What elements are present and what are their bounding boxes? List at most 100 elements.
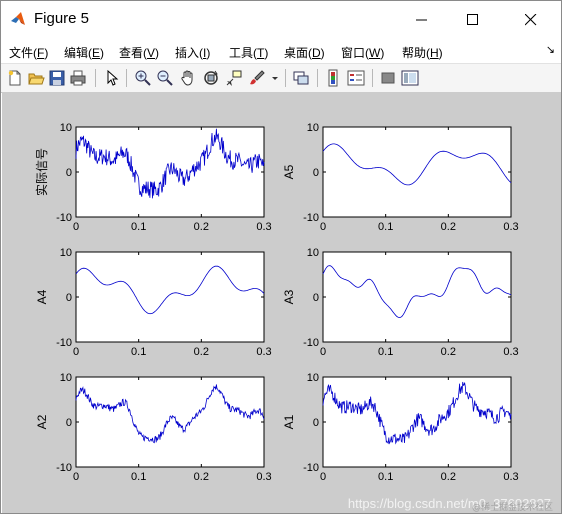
y-axis-label: A3 xyxy=(282,289,296,304)
menu-help[interactable]: 帮助(H) xyxy=(402,44,443,61)
x-tick-label: 0.3 xyxy=(256,471,271,483)
toolbar-separator xyxy=(372,69,373,87)
title-bar[interactable]: Figure 5 xyxy=(1,1,561,39)
y-tick-label: -10 xyxy=(56,337,72,349)
menu-window[interactable]: 窗口(W) xyxy=(341,44,384,61)
close-button[interactable] xyxy=(508,1,554,39)
x-tick-label: 0.3 xyxy=(503,221,518,233)
x-tick-label: 0 xyxy=(73,221,79,233)
y-tick-label: 0 xyxy=(66,292,72,304)
toolbar-separator xyxy=(317,69,318,87)
y-axis-label: A5 xyxy=(282,164,296,179)
menu-view[interactable]: 查看(V) xyxy=(119,44,159,61)
menu-overflow-arrow-icon[interactable]: ↘ xyxy=(546,43,555,56)
save-icon[interactable] xyxy=(48,69,66,87)
minimize-button[interactable] xyxy=(399,1,445,39)
open-file-icon[interactable] xyxy=(27,69,45,87)
matlab-logo-icon xyxy=(11,12,25,25)
window-title: Figure 5 xyxy=(34,10,90,27)
x-tick-label: 0.2 xyxy=(194,346,209,358)
y-axis-label: A2 xyxy=(35,414,49,429)
subplot-4[interactable]: 0 0.1 0.2 0.3100-10A3 xyxy=(282,247,519,358)
subplot-1[interactable]: 0 0.1 0.2 0.3100-10实际信号 xyxy=(34,122,272,233)
menu-desktop[interactable]: 桌面(D) xyxy=(284,44,325,61)
maximize-button[interactable] xyxy=(450,1,496,39)
subplot-2[interactable]: 0 0.1 0.2 0.3100-10A5 xyxy=(282,122,519,233)
figure-toolbar xyxy=(1,63,561,93)
x-tick-label: 0.2 xyxy=(194,471,209,483)
x-tick-label: 0.3 xyxy=(256,346,271,358)
axes-box xyxy=(322,126,512,218)
rotate-3d-icon[interactable] xyxy=(202,69,220,87)
x-tick-label: 0.1 xyxy=(131,471,146,483)
y-tick-label: 10 xyxy=(307,247,319,259)
watermark-text-2: @稀土掘金技术社区 xyxy=(471,503,553,513)
axes-box xyxy=(322,251,512,343)
y-tick-label: 10 xyxy=(60,247,72,259)
x-tick-label: 0 xyxy=(320,346,326,358)
menu-edit[interactable]: 编辑(E) xyxy=(64,44,104,61)
toolbar-separator xyxy=(126,69,127,87)
subplot-grid: 0 0.1 0.2 0.3100-10实际信号0 0.1 0.2 0.3100-10A50 0… xyxy=(34,122,519,483)
y-tick-label: 10 xyxy=(60,372,72,384)
y-tick-label: 0 xyxy=(313,417,319,429)
menu-file[interactable]: 文件(F) xyxy=(9,44,48,61)
x-tick-label: 0.1 xyxy=(378,346,393,358)
insert-colorbar-icon[interactable] xyxy=(325,69,343,87)
x-tick-label: 0.2 xyxy=(441,221,456,233)
x-tick-label: 0.2 xyxy=(194,221,209,233)
menu-tools[interactable]: 工具(T) xyxy=(229,44,268,61)
x-tick-label: 0.2 xyxy=(441,471,456,483)
insert-legend-icon[interactable] xyxy=(347,69,365,87)
y-axis-label: A1 xyxy=(282,414,296,429)
x-tick-label: 0 xyxy=(73,346,79,358)
x-tick-label: 0.1 xyxy=(131,346,146,358)
hide-plot-tools-icon[interactable] xyxy=(379,69,397,87)
y-tick-label: 0 xyxy=(66,167,72,179)
menu-insert[interactable]: 插入(I) xyxy=(175,44,210,61)
link-plot-icon[interactable] xyxy=(292,69,310,87)
show-plot-tools-icon[interactable] xyxy=(401,69,419,87)
y-tick-label: -10 xyxy=(56,462,72,474)
x-tick-label: 0.3 xyxy=(503,346,518,358)
x-tick-label: 0 xyxy=(320,471,326,483)
figure-window: Figure 5 文件(F) 编辑(E) 查看(V) 插入(I) 工具(T) 桌… xyxy=(0,0,562,514)
subplot-5[interactable]: 0 0.1 0.2 0.3100-10A2 xyxy=(35,372,272,483)
edit-plot-arrow-icon[interactable] xyxy=(103,69,121,87)
brush-dropdown-icon[interactable] xyxy=(270,69,280,87)
new-figure-icon[interactable] xyxy=(6,69,24,87)
y-tick-label: 0 xyxy=(313,167,319,179)
brush-icon[interactable] xyxy=(248,69,266,87)
print-icon[interactable] xyxy=(69,69,87,87)
subplot-3[interactable]: 0 0.1 0.2 0.3100-10A4 xyxy=(35,247,272,358)
y-tick-label: 0 xyxy=(66,417,72,429)
x-tick-label: 0.3 xyxy=(503,471,518,483)
y-axis-label: A4 xyxy=(35,289,49,304)
axes-box xyxy=(75,251,265,343)
menu-bar: 文件(F) 编辑(E) 查看(V) 插入(I) 工具(T) 桌面(D) 窗口(W… xyxy=(1,39,561,63)
y-tick-label: 0 xyxy=(313,292,319,304)
subplot-6[interactable]: 0 0.1 0.2 0.3100-10A1 xyxy=(282,372,519,483)
y-tick-label: -10 xyxy=(303,337,319,349)
maximize-icon xyxy=(467,14,478,25)
x-tick-label: 0.1 xyxy=(131,221,146,233)
y-tick-label: -10 xyxy=(56,212,72,224)
toolbar-separator xyxy=(285,69,286,87)
toolbar-separator xyxy=(95,69,96,87)
y-tick-label: 10 xyxy=(307,122,319,134)
y-tick-label: 10 xyxy=(60,122,72,134)
y-tick-label: -10 xyxy=(303,462,319,474)
axes-box xyxy=(75,376,265,468)
x-tick-label: 0 xyxy=(320,221,326,233)
zoom-in-icon[interactable] xyxy=(134,69,152,87)
figure-canvas[interactable]: 0 0.1 0.2 0.3 10 0 -10 实际信号 0 0.1 0.2 0.3 10 0 -10 A5 0 0… xyxy=(2,92,561,513)
pan-hand-icon[interactable] xyxy=(179,69,197,87)
data-cursor-icon[interactable] xyxy=(225,69,243,87)
close-icon xyxy=(525,14,537,26)
minimize-icon xyxy=(416,19,427,21)
y-tick-label: -10 xyxy=(303,212,319,224)
x-tick-label: 0.1 xyxy=(378,471,393,483)
x-tick-label: 0 xyxy=(73,471,79,483)
zoom-out-icon[interactable] xyxy=(156,69,174,87)
y-axis-label: 实际信号 xyxy=(34,148,49,196)
